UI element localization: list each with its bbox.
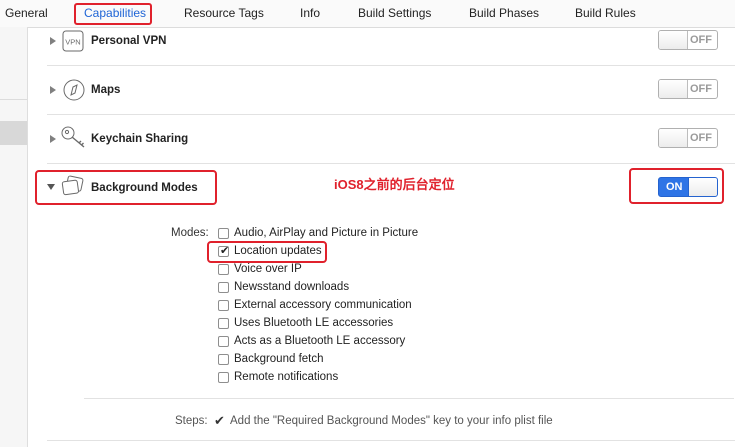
capabilities-tab-highlight bbox=[74, 3, 152, 25]
step-done-check-icon: ✔ bbox=[214, 413, 225, 428]
mode-checkbox[interactable] bbox=[218, 264, 229, 275]
mode-label: Newsstand downloads bbox=[234, 281, 350, 293]
sidebar-divider bbox=[0, 99, 27, 100]
switch-state-label: OFF bbox=[690, 83, 712, 95]
steps-text: Add the "Required Background Modes" key … bbox=[230, 415, 553, 427]
keychain-sharing-switch[interactable]: OFF bbox=[658, 128, 718, 148]
tab-general[interactable]: General bbox=[5, 6, 48, 20]
maps-switch[interactable]: OFF bbox=[658, 79, 718, 99]
modes-label: Modes: bbox=[171, 227, 209, 239]
mode-label: Voice over IP bbox=[234, 263, 302, 275]
mode-label: Remote notifications bbox=[234, 371, 339, 383]
steps-label: Steps: bbox=[175, 415, 208, 427]
mode-label: Uses Bluetooth LE accessories bbox=[234, 317, 394, 329]
key-icon bbox=[60, 125, 88, 151]
vpn-icon: VPN bbox=[62, 30, 84, 52]
targets-sidebar bbox=[0, 27, 28, 447]
tab-build-phases[interactable]: Build Phases bbox=[469, 6, 539, 20]
mode-checkbox[interactable] bbox=[218, 300, 229, 311]
row-divider bbox=[47, 65, 735, 66]
switch-state-label: OFF bbox=[690, 132, 712, 144]
mode-checkbox[interactable] bbox=[218, 354, 229, 365]
tab-build-rules[interactable]: Build Rules bbox=[575, 6, 636, 20]
editor-tab-bar: General Capabilities Resource Tags Info … bbox=[0, 0, 735, 28]
tab-build-settings[interactable]: Build Settings bbox=[358, 6, 431, 20]
vpn-icon-text: VPN bbox=[65, 38, 80, 47]
mode-label: Acts as a Bluetooth LE accessory bbox=[234, 335, 406, 347]
row-divider bbox=[47, 440, 735, 441]
personal-vpn-title: Personal VPN bbox=[91, 35, 167, 47]
personal-vpn-switch[interactable]: OFF bbox=[658, 30, 718, 50]
expand-keychain-icon[interactable] bbox=[50, 135, 56, 143]
mode-checkbox[interactable] bbox=[218, 318, 229, 329]
mode-label: Background fetch bbox=[234, 353, 324, 365]
switch-knob bbox=[659, 129, 688, 147]
mode-checkbox[interactable] bbox=[218, 228, 229, 239]
background-modes-highlight bbox=[35, 170, 217, 205]
mode-checkbox[interactable] bbox=[218, 282, 229, 293]
steps-divider bbox=[84, 398, 734, 399]
expand-maps-icon[interactable] bbox=[50, 86, 56, 94]
location-updates-highlight bbox=[207, 241, 327, 263]
switch-knob bbox=[659, 31, 688, 49]
annotation-note: iOS8之前的后台定位 bbox=[334, 177, 455, 192]
mode-label: External accessory communication bbox=[234, 299, 412, 311]
mode-label: Audio, AirPlay and Picture in Picture bbox=[234, 227, 419, 239]
maps-title: Maps bbox=[91, 84, 121, 96]
compass-icon bbox=[62, 78, 86, 102]
keychain-sharing-title: Keychain Sharing bbox=[91, 133, 189, 145]
switch-on-highlight bbox=[629, 168, 724, 204]
switch-knob bbox=[659, 80, 688, 98]
row-divider bbox=[47, 163, 735, 164]
expand-personal-vpn-icon[interactable] bbox=[50, 37, 56, 45]
tab-info[interactable]: Info bbox=[300, 6, 320, 20]
tab-resource-tags[interactable]: Resource Tags bbox=[184, 6, 264, 20]
switch-state-label: OFF bbox=[690, 34, 712, 46]
sidebar-selected-target[interactable] bbox=[0, 121, 27, 145]
row-divider bbox=[47, 114, 735, 115]
mode-checkbox[interactable] bbox=[218, 372, 229, 383]
mode-checkbox[interactable] bbox=[218, 336, 229, 347]
